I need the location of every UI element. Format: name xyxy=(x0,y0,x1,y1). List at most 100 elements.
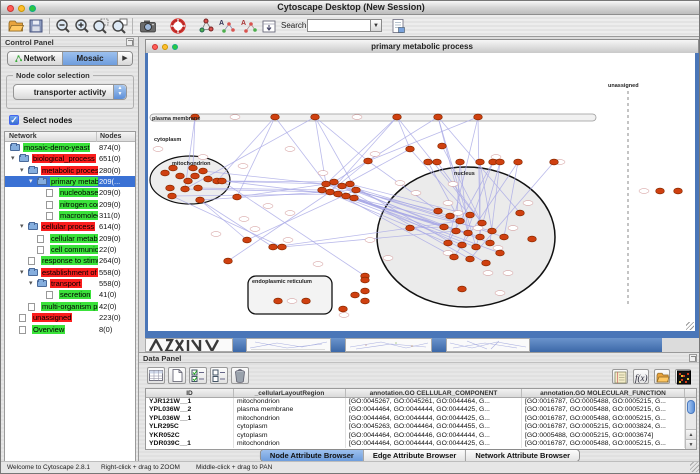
tree-row[interactable]: nitrogen compo209(0) xyxy=(5,199,135,210)
unselect-all-attributes-icon[interactable] xyxy=(210,367,228,384)
network-node[interactable] xyxy=(351,292,360,298)
network-node[interactable] xyxy=(161,170,170,176)
network-node[interactable] xyxy=(364,158,373,164)
table-row[interactable]: YKR052Ccytoplasm[GO:0044464, GO:0044446,… xyxy=(146,432,696,440)
network-node[interactable] xyxy=(199,168,208,174)
network-edge[interactable] xyxy=(247,190,356,240)
float-panel-icon[interactable] xyxy=(126,38,134,46)
background-window-edge[interactable] xyxy=(432,338,446,352)
help-lifering-icon[interactable] xyxy=(169,17,187,35)
tree-row[interactable]: response to stimulu264(0) xyxy=(5,255,135,266)
network-canvas[interactable]: plasma membranecytoplasmmitochondrionnuc… xyxy=(148,53,695,331)
network-node[interactable] xyxy=(243,237,252,243)
vizmapper-icon-a[interactable]: A xyxy=(218,17,236,35)
network-node[interactable] xyxy=(168,193,177,199)
background-window-sliver[interactable] xyxy=(145,338,233,352)
vizmapper-icon-b[interactable]: A xyxy=(240,17,258,35)
tree-row[interactable]: macromolecule311(0) xyxy=(5,210,135,221)
network-node[interactable] xyxy=(466,212,475,218)
zoom-fit-icon[interactable] xyxy=(111,17,129,35)
select-nodes-checkbox[interactable]: ✓ xyxy=(9,115,19,125)
network-node[interactable] xyxy=(476,234,485,240)
network-node[interactable] xyxy=(458,286,467,292)
network-node[interactable] xyxy=(191,173,200,179)
network-node[interactable] xyxy=(452,228,461,234)
network-node[interactable] xyxy=(181,186,190,192)
network-node[interactable] xyxy=(482,260,491,266)
network-node[interactable] xyxy=(514,159,523,165)
network-node[interactable] xyxy=(464,230,473,236)
tree-row[interactable]: ▾establishment of lo558(0) xyxy=(5,267,135,278)
network-node[interactable] xyxy=(176,173,185,179)
network-node[interactable] xyxy=(528,236,537,242)
node-color-dropdown[interactable]: transporter activity ▲▼ xyxy=(13,84,127,100)
scroll-up-icon[interactable]: ▲ xyxy=(686,429,696,439)
network-node[interactable] xyxy=(393,114,402,120)
app-resize-grip[interactable] xyxy=(690,462,700,472)
window-resize-grip[interactable] xyxy=(686,322,694,330)
network-node[interactable] xyxy=(488,228,497,234)
tree-row[interactable]: ▾biological_process651(0) xyxy=(5,153,135,164)
network-node[interactable] xyxy=(516,210,525,216)
plasma-membrane-compartment[interactable] xyxy=(150,114,596,121)
network-node[interactable] xyxy=(406,225,415,231)
zoom-selected-icon[interactable] xyxy=(92,17,110,35)
network-node[interactable] xyxy=(322,181,331,187)
tree-row[interactable]: mosaic-demo-yeast874(0) xyxy=(5,142,135,153)
network-node[interactable] xyxy=(406,146,415,152)
tree-row[interactable]: cellular metabol209(0) xyxy=(5,233,135,244)
network-node[interactable] xyxy=(269,244,278,250)
table-row[interactable]: YJR121W__1mitochondrion[GO:0045267, GO:0… xyxy=(146,398,696,406)
network-node[interactable] xyxy=(496,159,505,165)
tree-row[interactable]: multi-organism pro42(0) xyxy=(5,301,135,312)
network-node[interactable] xyxy=(361,288,370,294)
open-attributes-icon[interactable] xyxy=(654,369,670,384)
column-header-molecular-function[interactable]: annotation.GO MOLECULAR_FUNCTION xyxy=(522,389,685,397)
network-node[interactable] xyxy=(450,254,459,260)
network-node[interactable] xyxy=(500,234,509,240)
tree-row[interactable]: ▾cellular process614(0) xyxy=(5,221,135,232)
tab-overflow-arrow-icon[interactable]: ▶ xyxy=(118,52,132,65)
network-edge[interactable] xyxy=(334,117,438,182)
background-window-edge[interactable] xyxy=(233,338,246,352)
table-row[interactable]: YLR295Ccytoplasm[GO:0045263, GO:0044464,… xyxy=(146,423,696,431)
table-row[interactable]: YPL036W__2plasma membrane[GO:0044464, GO… xyxy=(146,406,696,414)
table-row[interactable]: YPL036W__1mitochondrion[GO:0044464, GO:0… xyxy=(146,415,696,423)
network-node[interactable] xyxy=(196,197,205,203)
background-window-thumbnail[interactable] xyxy=(345,338,432,352)
tree-row[interactable]: unassigned223(0) xyxy=(5,312,135,323)
network-node[interactable] xyxy=(339,306,348,312)
network-node[interactable] xyxy=(476,159,485,165)
tree-row[interactable]: cell communicat22(0) xyxy=(5,244,135,255)
network-view-window[interactable]: primary metabolic process plasma membran… xyxy=(145,39,699,338)
float-panel-icon[interactable] xyxy=(689,354,697,362)
network-node[interactable] xyxy=(440,224,449,230)
network-node[interactable] xyxy=(456,159,465,165)
network-icon[interactable] xyxy=(197,17,215,35)
network-node[interactable] xyxy=(466,256,475,262)
network-node[interactable] xyxy=(318,187,327,193)
network-node[interactable] xyxy=(342,193,351,199)
tab-network[interactable]: Network xyxy=(8,52,63,65)
network-edge[interactable] xyxy=(315,117,368,161)
network-node[interactable] xyxy=(271,114,280,120)
network-edge[interactable] xyxy=(330,117,397,192)
network-node[interactable] xyxy=(361,277,370,283)
network-node[interactable] xyxy=(338,183,347,189)
tree-row[interactable]: Overview8(0) xyxy=(5,324,135,335)
network-node[interactable] xyxy=(478,220,487,226)
network-node[interactable] xyxy=(278,244,287,250)
network-node[interactable] xyxy=(550,159,559,165)
network-node[interactable] xyxy=(434,208,443,214)
background-window-edge[interactable] xyxy=(530,338,662,352)
network-node[interactable] xyxy=(474,114,483,120)
network-node[interactable] xyxy=(424,159,433,165)
column-header-cellular-component[interactable]: annotation.GO CELLULAR_COMPONENT xyxy=(346,389,522,397)
delete-attribute-icon[interactable] xyxy=(231,367,249,384)
tab-node-attribute-browser[interactable]: Node Attribute Browser xyxy=(261,450,364,461)
snapshot-icon[interactable] xyxy=(139,17,157,35)
network-node[interactable] xyxy=(433,159,442,165)
create-attribute-icon[interactable] xyxy=(168,367,186,384)
network-node[interactable] xyxy=(334,191,343,197)
table-row[interactable]: YDR039C__1mitochondrion[GO:0044464, GO:0… xyxy=(146,440,696,448)
